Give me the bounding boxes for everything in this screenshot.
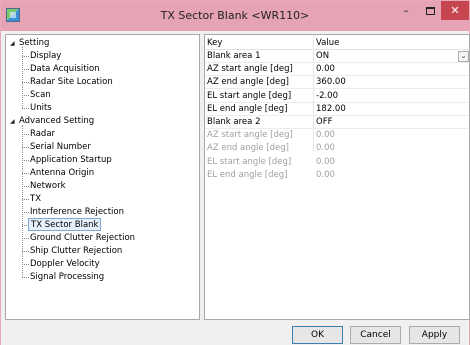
property-value-field[interactable]: 182.00 — [316, 103, 346, 116]
property-row: AZ end angle [deg] 0.00 — [205, 142, 469, 155]
property-value-field[interactable]: -2.00 — [316, 90, 338, 103]
settings-window: TX Sector Blank <WR110> – ✕ ◢ Setting Disp… — [0, 0, 470, 345]
tree-connector — [22, 199, 29, 200]
tree-connector — [22, 125, 23, 277]
property-value-field[interactable]: 0.00 — [316, 63, 335, 76]
property-key: Blank area 1 — [207, 51, 261, 61]
property-key: EL end angle [deg] — [207, 103, 288, 114]
tree-item-radar-site-location[interactable]: Radar Site Location — [30, 76, 113, 89]
property-row[interactable]: Blank area 2 OFF — [205, 116, 469, 129]
ok-button[interactable]: OK — [292, 326, 343, 344]
property-row[interactable]: Blank area 1 ON ⌄ — [205, 50, 469, 63]
property-value-field: 0.00 — [316, 156, 335, 167]
tree-connector — [22, 264, 29, 265]
tree-item-scan[interactable]: Scan — [30, 89, 51, 102]
cancel-button[interactable]: Cancel — [350, 326, 401, 344]
tree-connector — [22, 69, 29, 70]
property-row[interactable]: EL start angle [deg] -2.00 — [205, 90, 469, 103]
tree-item-radar[interactable]: Radar — [30, 128, 55, 141]
tree-connector — [22, 56, 29, 57]
property-key: AZ end angle [deg] — [207, 77, 289, 88]
property-key: AZ end angle [deg] — [207, 143, 289, 154]
property-row[interactable]: AZ end angle [deg] 360.00 — [205, 76, 469, 90]
property-key: Blank area 2 — [207, 117, 261, 127]
expand-toggle-icon[interactable]: ◢ — [10, 115, 15, 128]
maximize-button[interactable] — [419, 1, 441, 20]
tree-item-tx[interactable]: TX — [30, 193, 41, 206]
tree-item-doppler-velocity[interactable]: Doppler Velocity — [30, 258, 100, 271]
tree-group-setting[interactable]: Setting — [19, 37, 49, 50]
tree-connector — [22, 160, 29, 161]
property-row: EL end angle [deg] 0.00 — [205, 169, 469, 182]
column-header-key: Key — [207, 38, 223, 48]
chevron-down-icon[interactable]: ⌄ — [458, 51, 469, 62]
property-key: EL end angle [deg] — [207, 169, 288, 180]
tree-connector — [22, 277, 29, 278]
tree-connector — [22, 186, 29, 187]
tree-item-ground-clutter-rejection[interactable]: Ground Clutter Rejection — [30, 232, 135, 245]
tree-connector — [22, 173, 29, 174]
property-value-field: 0.00 — [316, 143, 335, 154]
property-row[interactable]: AZ start angle [deg] 0.00 — [205, 63, 469, 77]
column-header-value: Value — [316, 38, 340, 48]
tree-connector — [22, 82, 29, 83]
tree-connector — [22, 47, 23, 108]
close-button[interactable]: ✕ — [441, 1, 469, 20]
property-value-field: 0.00 — [316, 169, 335, 180]
property-value-dropdown[interactable]: ON — [316, 50, 329, 63]
settings-tree[interactable]: ◢ Setting Display Data Acquisition Radar Sit… — [5, 34, 200, 320]
tree-item-signal-processing[interactable]: Signal Processing — [30, 271, 104, 284]
tree-connector — [22, 134, 29, 135]
property-value-field[interactable]: 360.00 — [316, 76, 346, 89]
tree-item-tx-sector-blank[interactable]: TX Sector Blank — [28, 218, 102, 231]
grid-header: Key Value — [205, 37, 469, 50]
property-key: EL start angle [deg] — [207, 156, 292, 167]
tree-item-application-startup[interactable]: Application Startup — [30, 154, 112, 167]
property-value-field[interactable]: OFF — [316, 116, 332, 129]
button-bar: OK Cancel Apply — [1, 322, 469, 345]
property-row: EL start angle [deg] 0.00 — [205, 156, 469, 169]
property-key: AZ start angle [deg] — [207, 130, 293, 141]
tree-item-display[interactable]: Display — [30, 50, 61, 63]
tree-connector — [22, 147, 29, 148]
tree-connector — [22, 212, 29, 213]
tree-connector — [22, 95, 29, 96]
property-key: AZ start angle [deg] — [207, 64, 293, 75]
apply-button[interactable]: Apply — [409, 326, 460, 344]
tree-item-network[interactable]: Network — [30, 180, 66, 193]
tree-group-advanced-setting[interactable]: Advanced Setting — [19, 115, 94, 128]
title-bar[interactable]: TX Sector Blank <WR110> – ✕ — [1, 1, 469, 31]
minimize-button[interactable]: – — [393, 1, 419, 20]
tree-item-units[interactable]: Units — [30, 102, 52, 115]
property-row: AZ start angle [deg] 0.00 — [205, 129, 469, 142]
tree-item-ship-clutter-rejection[interactable]: Ship Clutter Rejection — [30, 245, 122, 258]
property-key: EL start angle [deg] — [207, 90, 292, 101]
tree-connector — [22, 251, 29, 252]
property-value-field: 0.00 — [316, 130, 335, 141]
tree-item-antenna-origin[interactable]: Antenna Origin — [30, 167, 94, 180]
maximize-icon — [425, 7, 435, 15]
tree-connector — [22, 108, 29, 109]
tree-connector — [22, 238, 29, 239]
property-grid: Key Value Blank area 1 ON ⌄ AZ start angle … — [204, 34, 470, 320]
expand-toggle-icon[interactable]: ◢ — [10, 37, 15, 50]
tree-item-data-acquisition[interactable]: Data Acquisition — [30, 63, 100, 76]
property-row[interactable]: EL end angle [deg] 182.00 — [205, 103, 469, 116]
tree-item-serial-number[interactable]: Serial Number — [30, 141, 91, 154]
